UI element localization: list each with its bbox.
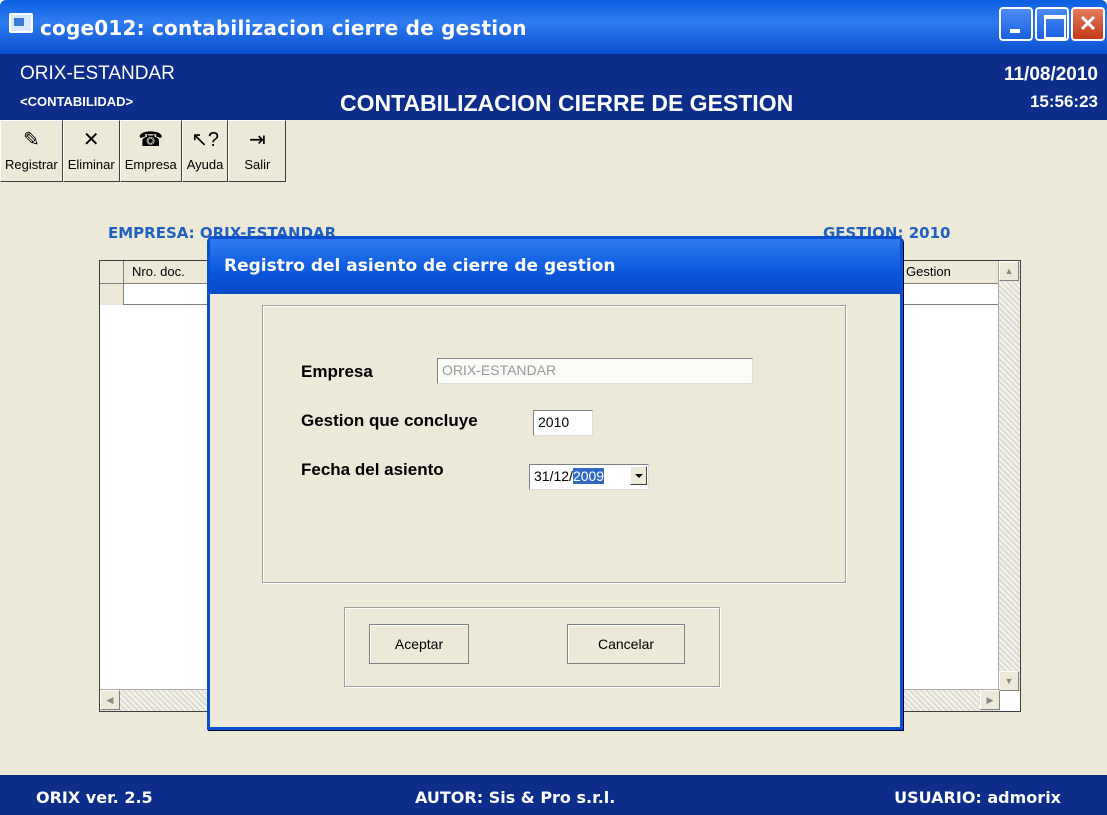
minimize-icon [1001, 9, 1031, 39]
vertical-scrollbar[interactable]: ▲ ▼ [998, 261, 1020, 691]
scroll-down-icon[interactable]: ▼ [999, 671, 1019, 691]
close-button[interactable]: ✕ [1071, 7, 1105, 41]
app-header: ORIX-ESTANDAR <CONTABILIDAD> CONTABILIZA… [0, 54, 1107, 120]
header-date: 11/08/2010 [1003, 64, 1098, 85]
close-icon: ✕ [1078, 11, 1098, 36]
buttons-group: Aceptar Cancelar [344, 607, 720, 687]
accept-button[interactable]: Aceptar [369, 624, 469, 664]
minimize-button[interactable] [999, 7, 1033, 41]
empresa-field-label: Empresa [301, 362, 373, 381]
help-button[interactable]: ↖? Ayuda [181, 120, 229, 182]
closing-entry-dialog: Registro del asiento de cierre de gestio… [207, 236, 903, 730]
user-text: USUARIO: admorix [894, 788, 1061, 807]
scroll-right-icon[interactable]: ▶ [980, 690, 1000, 710]
delete-button[interactable]: ✕ Eliminar [62, 120, 120, 182]
fecha-field-label: Fecha del asiento [301, 460, 444, 479]
org-name: ORIX-ESTANDAR [20, 63, 175, 84]
window-title: coge012: contabilizacion cierre de gesti… [40, 16, 527, 40]
status-bar: ORIX ver. 2.5 AUTOR: Sis & Pro s.r.l. US… [0, 775, 1107, 815]
maximize-button[interactable] [1035, 7, 1069, 41]
company-button[interactable]: ☎ Empresa [119, 120, 182, 182]
register-button[interactable]: ✎ Registrar [0, 120, 63, 182]
help-icon: ↖? [191, 129, 220, 151]
gestion-input[interactable]: 2010 [533, 410, 593, 436]
delete-label: Eliminar [67, 157, 115, 172]
grid-corner [100, 261, 124, 284]
empresa-field: ORIX-ESTANDAR [437, 358, 753, 384]
author-text: AUTOR: Sis & Pro s.r.l. [415, 788, 616, 807]
gestion-field-label: Gestion que concluye [301, 411, 478, 430]
help-label: Ayuda [186, 157, 224, 172]
page-title: CONTABILIZACION CIERRE DE GESTION [340, 90, 794, 116]
delete-icon: ✕ [82, 129, 100, 151]
row-selector[interactable] [100, 284, 124, 305]
fecha-year-selected: 2009 [572, 468, 605, 484]
register-icon: ✎ [22, 129, 40, 151]
exit-label: Salir [244, 157, 271, 172]
fields-group: Empresa ORIX-ESTANDAR Gestion que conclu… [262, 305, 846, 583]
fecha-date-picker[interactable]: 31/12/2009 [529, 464, 649, 490]
chevron-down-icon[interactable] [630, 466, 647, 485]
version-text: ORIX ver. 2.5 [36, 788, 153, 807]
column-nro-doc[interactable]: Nro. doc. [132, 264, 185, 279]
fecha-prefix: 31/12/ [534, 468, 573, 484]
register-label: Registrar [5, 157, 58, 172]
exit-icon: ⇥ [249, 129, 266, 151]
exit-button[interactable]: ⇥ Salir [228, 120, 287, 182]
company-icon: ☎ [138, 129, 164, 151]
scroll-up-icon[interactable]: ▲ [999, 261, 1019, 281]
maximize-icon [1037, 9, 1067, 39]
dialog-title: Registro del asiento de cierre de gestio… [224, 256, 616, 276]
scroll-left-icon[interactable]: ◀ [100, 690, 120, 710]
title-bar: coge012: contabilizacion cierre de gesti… [0, 0, 1107, 54]
column-gestion[interactable]: Gestion [906, 264, 951, 279]
app-icon[interactable] [9, 13, 33, 33]
cancel-button[interactable]: Cancelar [567, 624, 685, 664]
dialog-title-bar: Registro del asiento de cierre de gestio… [210, 239, 900, 294]
header-time: 15:56:23 [1029, 92, 1098, 111]
module-name: <CONTABILIDAD> [20, 94, 134, 109]
company-label: Empresa [124, 157, 177, 172]
toolbar: ✎ Registrar ✕ Eliminar ☎ Empresa ↖? Ayud… [0, 120, 287, 186]
